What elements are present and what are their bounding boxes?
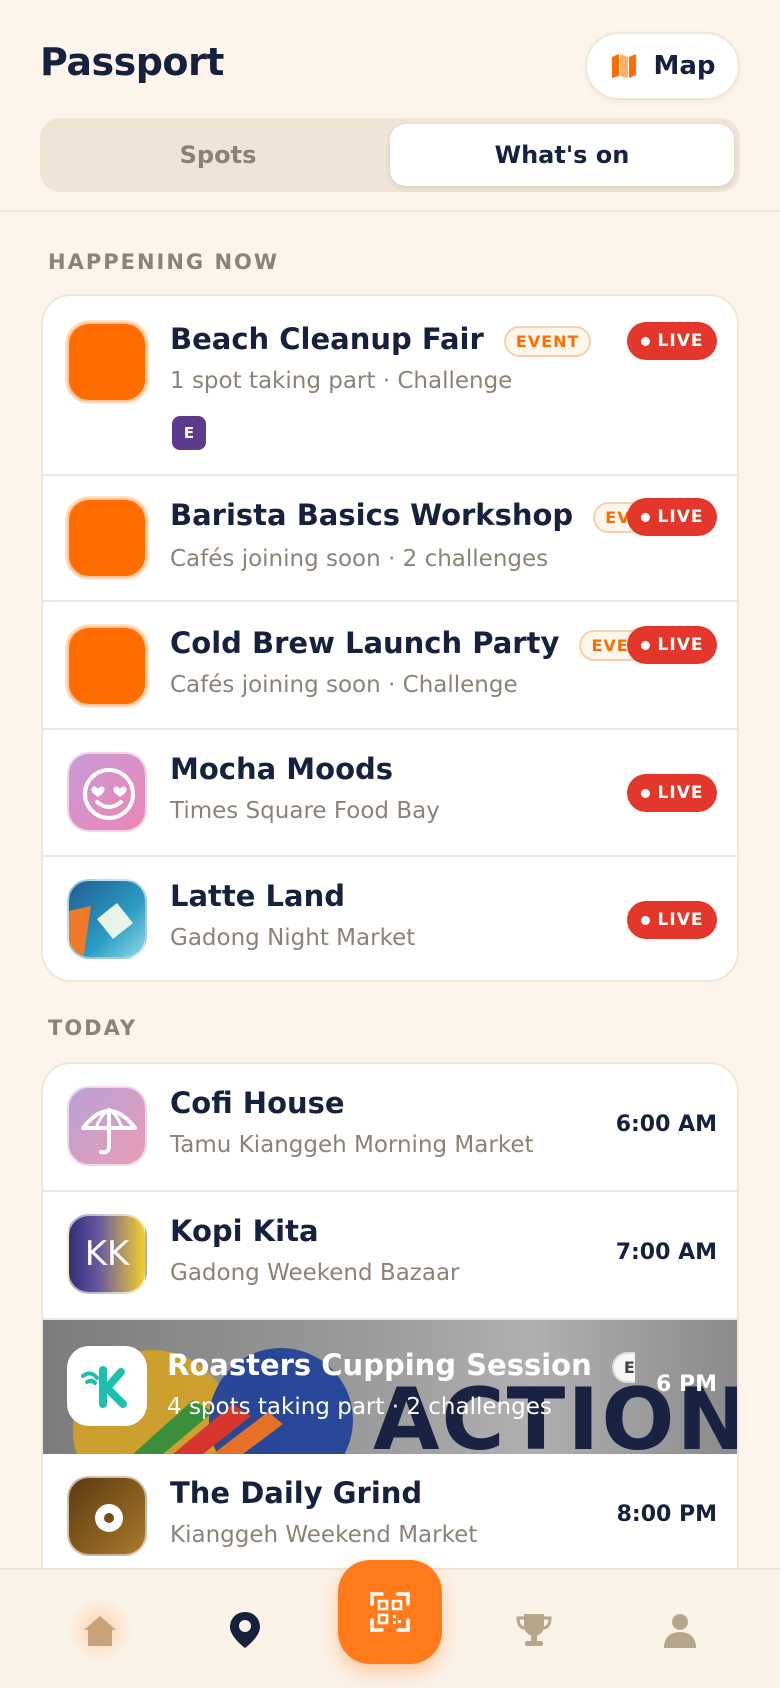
item-subtitle: 1 spot taking part · Challenge [170,368,513,394]
qr-scan-icon [370,1592,410,1632]
start-time: 6 PM [656,1372,717,1397]
page-title: Passport [40,40,224,84]
nav-profile[interactable] [650,1600,710,1660]
item-subtitle: Tamu Kianggeh Morning Market [170,1132,534,1158]
nav-leaderboard[interactable] [504,1600,564,1660]
happening-now-card: Beach Cleanup Fair EVENT 1 spot taking p… [41,294,739,982]
live-badge: LIVE [627,322,717,360]
daily-grind-logo [67,1476,147,1556]
list-item[interactable]: KK Kopi Kita Gadong Weekend Bazaar 7:00 … [43,1192,737,1320]
event-thumbnail [67,498,147,578]
list-item[interactable]: Cofi House Tamu Kianggeh Morning Market … [43,1064,737,1192]
list-item[interactable]: Latte Land Gadong Night Market LIVE [43,857,737,980]
live-dot-icon [640,915,650,925]
cofi-house-logo [67,1086,147,1166]
item-subtitle: Gadong Night Market [170,925,416,951]
item-title: Roasters Cupping Session [167,1348,592,1382]
start-time: 8:00 PM [616,1502,717,1527]
item-subtitle: Times Square Food Bay [170,798,440,824]
item-subtitle: Kianggeh Weekend Market [170,1522,478,1548]
item-title: Mocha Moods [170,752,394,786]
item-subtitle: 4 spots taking part · 2 challenges [167,1394,552,1420]
item-title: Latte Land [170,879,345,913]
list-item[interactable]: Beach Cleanup Fair EVENT 1 spot taking p… [43,296,737,476]
nav-map[interactable] [215,1600,275,1660]
live-badge: LIVE [627,774,717,812]
item-title: Beach Cleanup Fair [170,322,484,356]
active-glow [68,1598,132,1662]
item-subtitle: Cafés joining soon · 2 challenges [170,546,549,572]
trophy-icon [516,1614,552,1646]
list-item[interactable]: Cold Brew Launch Party EVENT Cafés joini… [43,602,737,730]
item-title: Kopi Kita [170,1214,319,1248]
map-button-label: Map [653,51,716,81]
item-title: The Daily Grind [170,1476,423,1510]
umbrella-icon [81,1108,137,1155]
latte-land-logo [67,879,147,959]
live-dot-icon [640,336,650,346]
item-subtitle: Gadong Weekend Bazaar [170,1260,460,1286]
scan-button[interactable] [338,1560,442,1664]
event-thumbnail [67,626,147,706]
live-dot-icon [640,788,650,798]
map-button[interactable]: Map [585,32,740,100]
view-toggle: Spots What's on [40,118,740,192]
profile-icon [664,1614,696,1648]
featured-event-row[interactable]: ACTION Roasters Cupping Session EVENT 4 … [43,1320,737,1454]
tab-whats-on[interactable]: What's on [390,124,734,186]
item-title: Cold Brew Launch Party [170,626,560,660]
live-dot-icon [640,640,650,650]
kopi-kita-logo: KK [67,1214,147,1294]
live-badge: LIVE [627,626,717,664]
list-item[interactable]: Barista Basics Workshop EVENT Cafés join… [43,476,737,602]
location-pin-icon [230,1612,260,1648]
tab-spots[interactable]: Spots [46,124,390,186]
item-title: Cofi House [170,1086,345,1120]
list-item[interactable]: Mocha Moods Times Square Food Bay LIVE [43,730,737,857]
start-time: 7:00 AM [615,1240,717,1265]
section-label-today: TODAY [48,1016,138,1040]
heart-eyes-face-icon [83,768,135,820]
spot-badge: E [172,416,206,450]
live-badge: LIVE [627,498,717,536]
today-card: Cofi House Tamu Kianggeh Morning Market … [41,1062,739,1602]
header: Passport Map Spots What's on [0,0,780,212]
map-icon [609,51,639,81]
vinyl-record-icon [95,1504,123,1532]
abstract-logo-icon [69,903,133,957]
event-thumbnail [67,322,147,402]
live-dot-icon [640,512,650,522]
event-tag: EVENT [611,1351,635,1383]
nav-home[interactable] [68,1598,132,1662]
event-tag: EVENT [503,325,592,357]
item-subtitle: Cafés joining soon · Challenge [170,672,518,698]
item-title: Barista Basics Workshop [170,498,574,532]
k-signal-logo-icon [81,1366,127,1408]
start-time: 6:00 AM [615,1112,717,1137]
section-label-happening-now: HAPPENING NOW [48,250,280,274]
live-badge: LIVE [627,901,717,939]
roasters-logo [67,1346,147,1426]
mocha-moods-logo [67,752,147,832]
